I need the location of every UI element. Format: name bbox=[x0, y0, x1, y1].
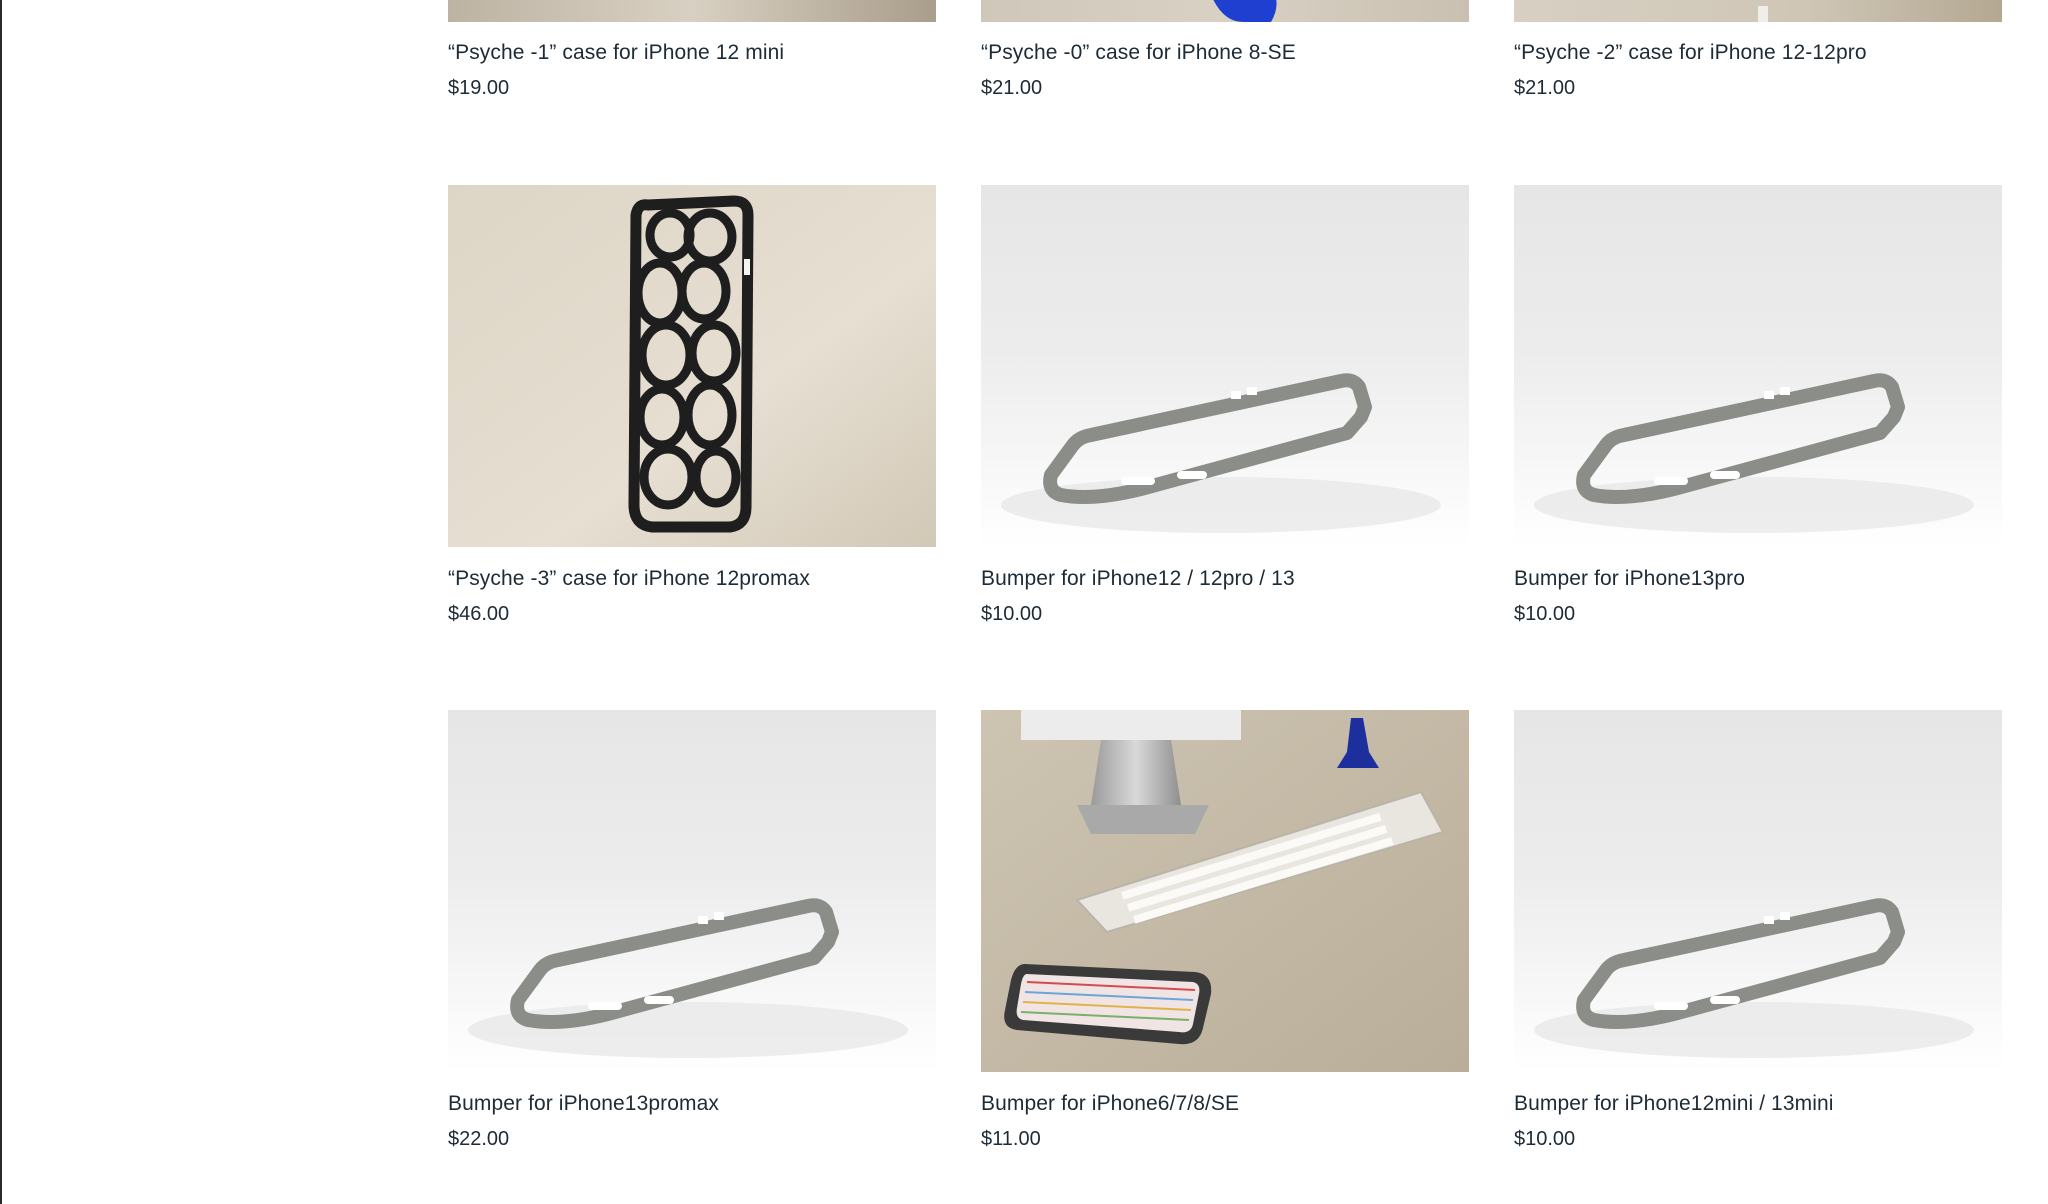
product-card[interactable]: “Psyche -1” case for iPhone 12 mini $19.… bbox=[448, 0, 936, 110]
product-grid-page: “Psyche -1” case for iPhone 12 mini $19.… bbox=[0, 0, 2048, 1204]
product-price: $21.00 bbox=[981, 77, 1043, 99]
psyche-case-black bbox=[448, 185, 936, 547]
product-card[interactable]: “Psyche -0” case for iPhone 8-SE $21.00 bbox=[981, 0, 1469, 110]
product-card[interactable]: “Psyche -3” case for iPhone 12promax $46… bbox=[448, 185, 936, 625]
product-title[interactable]: “Psyche -1” case for iPhone 12 mini bbox=[448, 40, 784, 66]
product-title[interactable]: Bumper for iPhone13pro bbox=[1514, 566, 1745, 592]
product-card[interactable]: “Psyche -2” case for iPhone 12-12pro $21… bbox=[1514, 0, 2002, 110]
product-price: $11.00 bbox=[981, 1128, 1041, 1150]
product-image[interactable] bbox=[981, 710, 1469, 1072]
product-image[interactable] bbox=[981, 185, 1469, 547]
product-title[interactable]: “Psyche -0” case for iPhone 8-SE bbox=[981, 40, 1296, 66]
product-price: $10.00 bbox=[1514, 603, 1576, 625]
product-image[interactable] bbox=[981, 0, 1469, 22]
psyche-case-photo bbox=[1514, 0, 2002, 22]
product-card[interactable]: Bumper for iPhone12 / 12pro / 13 $10.00 bbox=[981, 185, 1469, 625]
product-image[interactable] bbox=[448, 0, 936, 22]
product-image[interactable] bbox=[1514, 185, 2002, 547]
bumper-render bbox=[1514, 185, 2002, 547]
product-title[interactable]: Bumper for iPhone12mini / 13mini bbox=[1514, 1091, 1834, 1117]
product-title[interactable]: Bumper for iPhone12 / 12pro / 13 bbox=[981, 566, 1295, 592]
product-image[interactable] bbox=[448, 710, 936, 1072]
bumper-render bbox=[448, 710, 936, 1072]
product-title[interactable]: “Psyche -2” case for iPhone 12-12pro bbox=[1514, 40, 1867, 66]
product-card[interactable]: Bumper for iPhone13promax $22.00 bbox=[448, 710, 936, 1160]
product-price: $10.00 bbox=[1514, 1128, 1576, 1150]
product-image[interactable] bbox=[448, 185, 936, 547]
product-title[interactable]: Bumper for iPhone13promax bbox=[448, 1091, 719, 1117]
desk-scene-photo bbox=[981, 710, 1469, 1072]
product-price: $21.00 bbox=[1514, 77, 1576, 99]
product-card[interactable]: Bumper for iPhone12mini / 13mini $10.00 bbox=[1514, 710, 2002, 1160]
product-card[interactable]: Bumper for iPhone13pro $10.00 bbox=[1514, 185, 2002, 625]
product-price: $10.00 bbox=[981, 603, 1043, 625]
product-price: $22.00 bbox=[448, 1128, 510, 1150]
product-title[interactable]: “Psyche -3” case for iPhone 12promax bbox=[448, 566, 810, 592]
product-title[interactable]: Bumper for iPhone6/7/8/SE bbox=[981, 1091, 1239, 1117]
product-price: $46.00 bbox=[448, 603, 510, 625]
product-image[interactable] bbox=[1514, 710, 2002, 1072]
psyche-case-photo bbox=[448, 0, 936, 22]
bumper-render bbox=[981, 185, 1469, 547]
product-image[interactable] bbox=[1514, 0, 2002, 22]
product-price: $19.00 bbox=[448, 77, 510, 99]
product-card[interactable]: Bumper for iPhone6/7/8/SE $11.00 bbox=[981, 710, 1469, 1160]
psyche-case-photo bbox=[981, 0, 1469, 22]
bumper-render bbox=[1514, 710, 2002, 1072]
